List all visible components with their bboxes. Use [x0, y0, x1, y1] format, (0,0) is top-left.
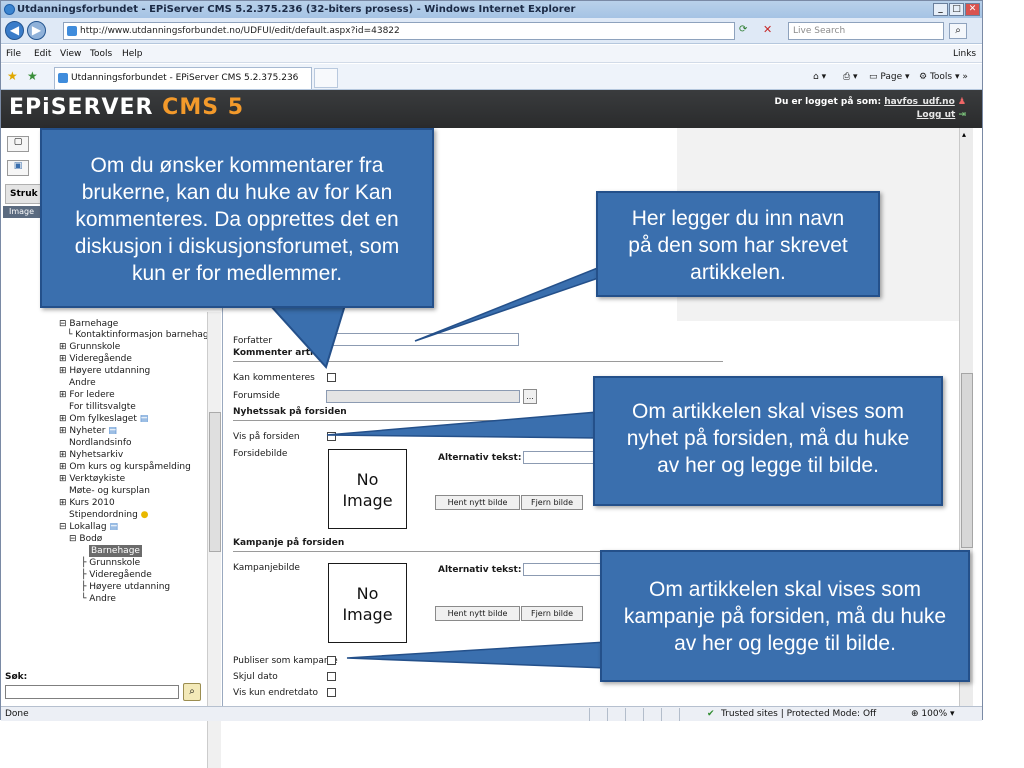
callout-text: Om artikkelen skal vises som nyhet på fo… [626, 400, 910, 477]
callout-nyhet: Om artikkelen skal vises som nyhet på fo… [593, 376, 943, 506]
screenshot-root: { "window": { "title": "Utdanningsforbun… [0, 0, 1024, 768]
callout-text: Om artikkelen skal vises som kampanje på… [623, 578, 947, 655]
callout-kampanje: Om artikkelen skal vises som kampanje på… [600, 550, 970, 682]
pointer-kampanje [346, 641, 607, 669]
callout-kommentarer: Om du ønsker kommentarer fra brukerne, k… [40, 128, 434, 308]
callout-forfatter: Her legger du inn navn på den som har sk… [596, 191, 880, 297]
pointer-nyhet [326, 411, 599, 439]
callout-text: Her legger du inn navn på den som har sk… [628, 207, 848, 284]
callout-text: Om du ønsker kommentarer fra brukerne, k… [74, 154, 400, 285]
pointer-kommentarer [267, 304, 347, 369]
